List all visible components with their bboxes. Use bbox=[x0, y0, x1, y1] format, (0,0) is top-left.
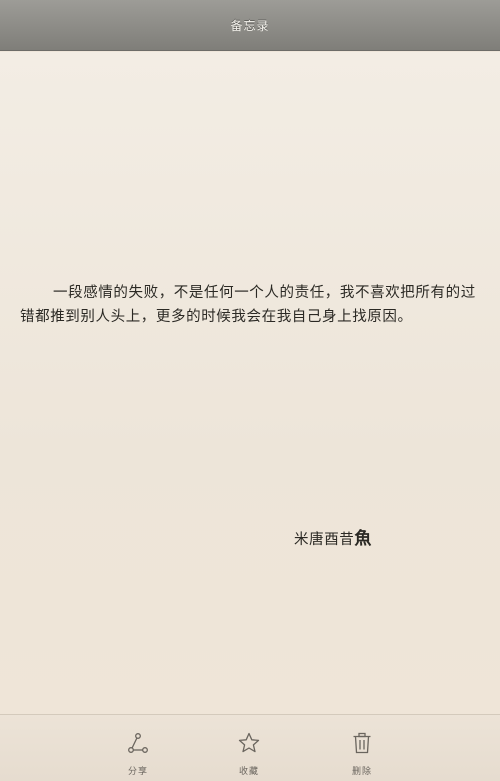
note-signature: 米唐酉昔魚 bbox=[294, 524, 372, 549]
share-button[interactable]: 分享 bbox=[98, 715, 178, 781]
note-content-area[interactable]: 一段感情的失败，不是任何一个人的责任，我不喜欢把所有的过错都推到别人头上，更多的… bbox=[0, 52, 500, 714]
delete-button[interactable]: 删除 bbox=[322, 715, 402, 781]
share-label: 分享 bbox=[127, 767, 148, 777]
favorite-label: 收藏 bbox=[238, 767, 259, 777]
favorite-button[interactable]: 收藏 bbox=[209, 715, 289, 781]
page-title: 备忘录 bbox=[230, 18, 270, 33]
share-nodes-icon bbox=[128, 733, 148, 753]
bottom-toolbar: 分享 收藏 删除 bbox=[0, 714, 500, 781]
star-icon bbox=[238, 732, 260, 753]
signature-last-char: 魚 bbox=[354, 529, 373, 549]
navigation-bar: 备忘录 bbox=[0, 0, 500, 51]
signature-main: 米唐酉昔 bbox=[294, 532, 355, 548]
trash-icon bbox=[353, 732, 371, 754]
delete-label: 删除 bbox=[351, 767, 372, 777]
note-body-text: 一段感情的失败，不是任何一个人的责任，我不喜欢把所有的过错都推到别人头上，更多的… bbox=[20, 285, 476, 325]
